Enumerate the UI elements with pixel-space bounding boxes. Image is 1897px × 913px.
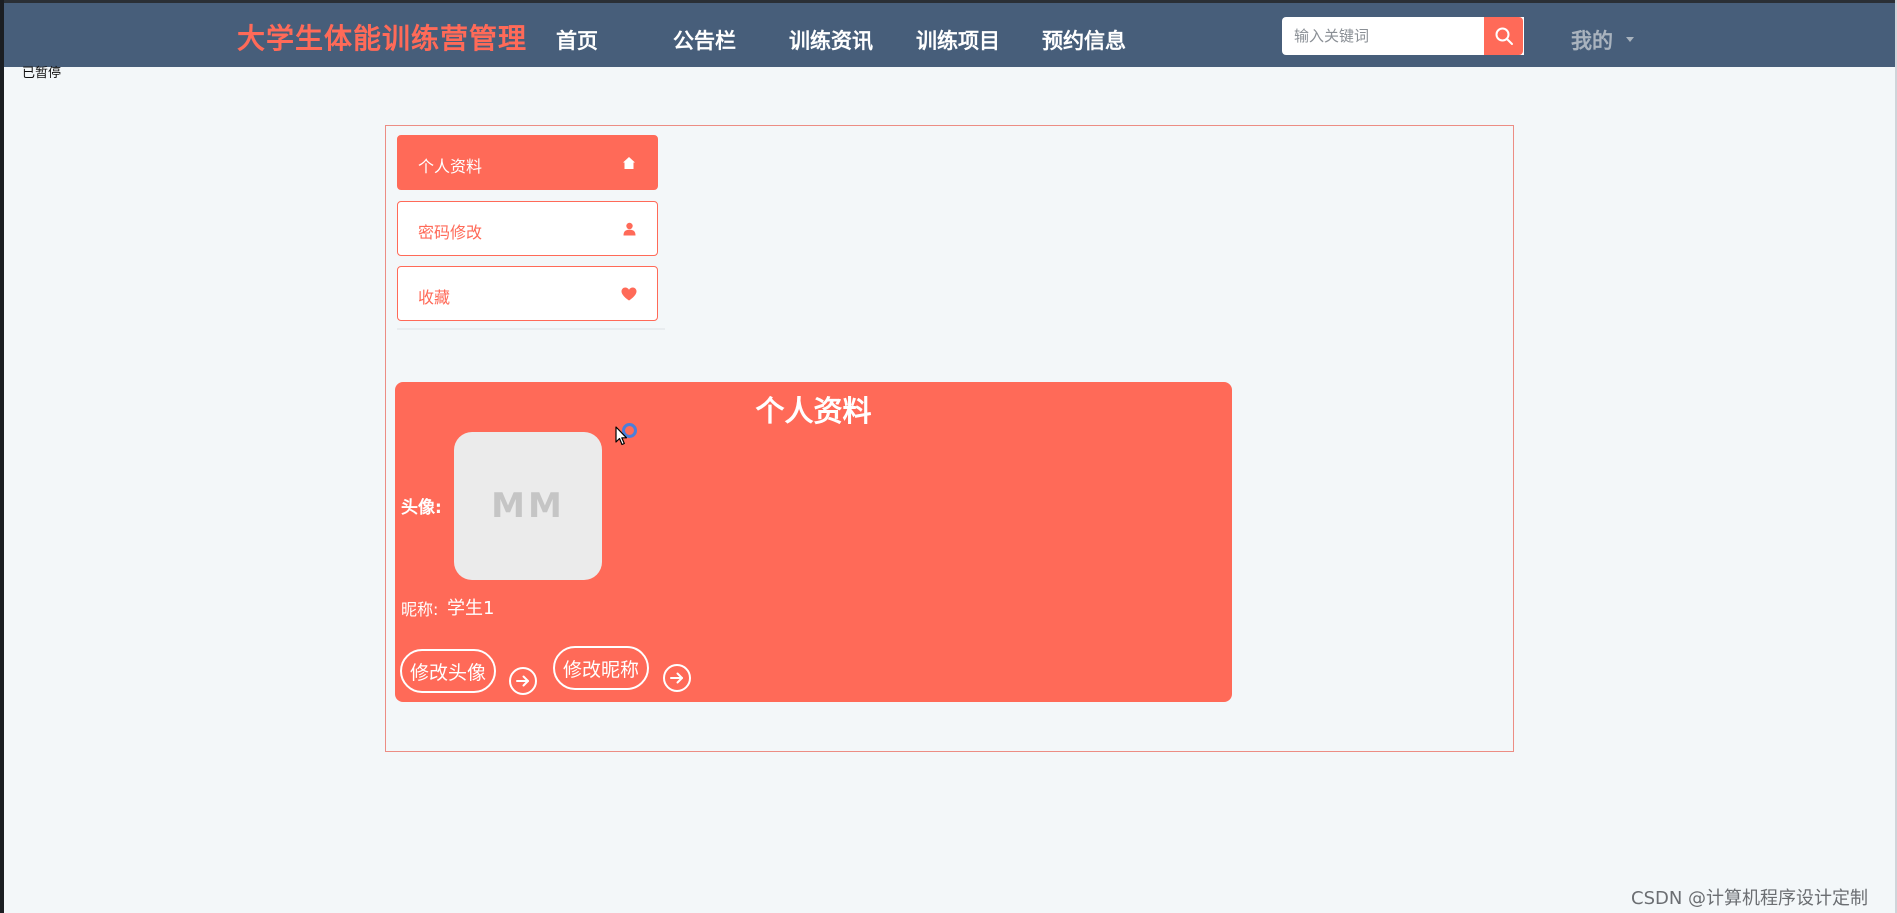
change-avatar-button[interactable]: 修改头像 xyxy=(400,649,497,693)
change-nickname-button[interactable]: 修改昵称 xyxy=(553,646,650,690)
sidebar-divider xyxy=(397,328,665,330)
sidebar-item-change-password[interactable]: 密码修改 xyxy=(397,201,658,256)
user-icon xyxy=(621,221,637,237)
profile-title: 个人资料 xyxy=(755,394,872,428)
arrow-right-icon[interactable] xyxy=(509,667,537,695)
site-title[interactable]: 大学生体能训练营管理 xyxy=(237,17,527,57)
chevron-down-icon xyxy=(1626,37,1634,42)
sidebar-item-favorites[interactable]: 收藏 xyxy=(397,266,658,321)
sidebar-item-label: 密码修改 xyxy=(418,223,483,242)
top-navbar: 大学生体能训练营管理 首页 公告栏 训练资讯 训练项目 预约信息 我的 xyxy=(4,3,1895,67)
sidebar-item-label: 收藏 xyxy=(418,288,451,307)
nickname-label: 昵称: xyxy=(401,600,439,619)
mouse-pointer-icon xyxy=(615,426,628,446)
window-left-edge xyxy=(0,0,4,913)
search-button[interactable] xyxy=(1484,17,1523,55)
page: 大学生体能训练营管理 首页 公告栏 训练资讯 训练项目 预约信息 我的 已暂停 … xyxy=(0,0,1897,913)
search-icon xyxy=(1495,27,1513,45)
sidebar-item-label: 个人资料 xyxy=(418,157,483,176)
profile-card: 个人资料 头像: MM 昵称: 学生1 修改头像 修改昵称 xyxy=(395,382,1232,702)
nav-booking-info[interactable]: 预约信息 xyxy=(1042,25,1126,55)
watermark: CSDN @计算机程序设计定制 xyxy=(1631,888,1869,909)
nav-home[interactable]: 首页 xyxy=(556,25,598,55)
arrow-right-icon[interactable] xyxy=(663,664,691,692)
my-account-menu[interactable]: 我的 xyxy=(1571,25,1613,55)
nickname-value: 学生1 xyxy=(447,598,495,619)
avatar[interactable]: MM xyxy=(454,432,602,580)
avatar-label: 头像: xyxy=(401,498,442,518)
nav-training-projects[interactable]: 训练项目 xyxy=(916,25,1000,55)
paused-label: 已暂停 xyxy=(22,66,62,81)
heart-icon xyxy=(621,286,637,302)
sidebar-item-profile[interactable]: 个人资料 xyxy=(397,135,658,190)
home-icon xyxy=(621,155,637,171)
nav-notice-board[interactable]: 公告栏 xyxy=(673,25,736,55)
nav-training-news[interactable]: 训练资讯 xyxy=(789,25,873,55)
